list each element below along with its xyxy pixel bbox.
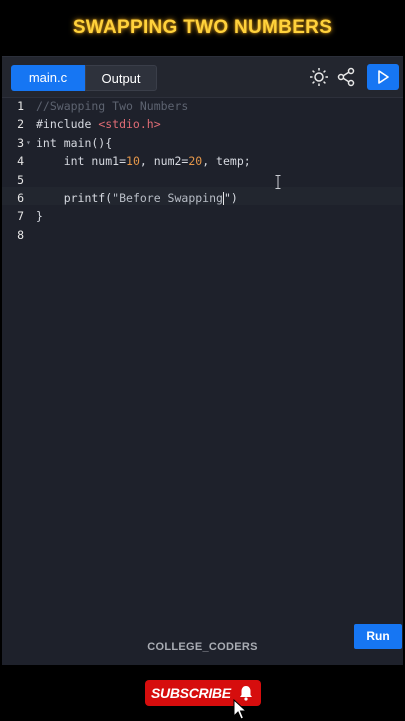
code-text: }	[36, 207, 43, 225]
video-title-bar: SWAPPING TWO NUMBERS	[0, 0, 405, 56]
code-text: //Swapping Two Numbers	[36, 97, 188, 115]
code-text: #include <stdio.h>	[36, 115, 161, 133]
code-line: 5	[2, 171, 403, 189]
line-number: 2	[17, 117, 24, 132]
line-number: 6	[17, 191, 24, 205]
code-editor: main.c Output 1 //Swapping Two Numbers 2…	[2, 56, 403, 666]
tab-main-c[interactable]: main.c	[11, 65, 85, 91]
code-token-plain: , temp;	[202, 154, 251, 169]
code-token-plain: }	[36, 209, 43, 224]
text-cursor-icon	[275, 175, 281, 189]
tab-output[interactable]: Output	[85, 65, 157, 91]
video-title: SWAPPING TWO NUMBERS	[72, 17, 333, 38]
code-token-include: <stdio.h>	[98, 117, 161, 132]
code-token-comment: //Swapping Two Numbers	[36, 99, 189, 113]
code-line: 3 ▾ int main(){	[2, 134, 403, 152]
fold-toggle-icon[interactable]: ▾	[26, 134, 31, 152]
code-text: printf("Before Swapping")	[36, 189, 238, 207]
line-number: 7	[17, 209, 24, 224]
code-line: 1 //Swapping Two Numbers	[2, 97, 403, 115]
code-token-plain: int num1=	[36, 154, 127, 169]
run-play-button[interactable]	[367, 64, 399, 90]
share-icon[interactable]	[335, 66, 357, 88]
play-icon	[378, 70, 389, 84]
code-token-plain: #include	[36, 117, 99, 132]
code-text: int main(){	[36, 134, 112, 152]
code-token-number: 10	[126, 154, 140, 169]
code-token-string: "Before Swapping	[112, 191, 223, 205]
code-line: 4 int num1=10, num2=20, temp;	[2, 152, 403, 170]
code-line: 7}	[2, 207, 403, 225]
code-line: 8	[2, 226, 403, 244]
channel-watermark: COLLEGE_CODERS	[147, 641, 258, 653]
code-line: 6 printf("Before Swapping")	[2, 189, 403, 207]
line-number: 1	[17, 99, 24, 113]
code-area[interactable]: 1 //Swapping Two Numbers 2 #include <stdio.…	[2, 97, 403, 666]
line-number: 8	[17, 227, 24, 242]
code-token-plain: ")	[223, 191, 238, 205]
theme-sun-icon[interactable]	[308, 66, 330, 88]
mouse-pointer-icon	[233, 699, 248, 720]
editor-toolbar: main.c Output	[2, 57, 403, 98]
line-number: 4	[17, 154, 24, 169]
code-line: 2 #include <stdio.h>	[2, 115, 403, 133]
code-token-number: 20	[188, 154, 203, 169]
code-token-plain: , num2=	[139, 154, 189, 169]
code-text: int num1=10, num2=20, temp;	[36, 152, 251, 170]
subscribe-label: SUBSCRIBE	[151, 685, 231, 701]
line-number: 3	[17, 135, 24, 150]
code-token-plain: printf(	[36, 191, 113, 205]
code-token-plain: int main(){	[36, 135, 113, 150]
line-number: 5	[17, 172, 24, 187]
